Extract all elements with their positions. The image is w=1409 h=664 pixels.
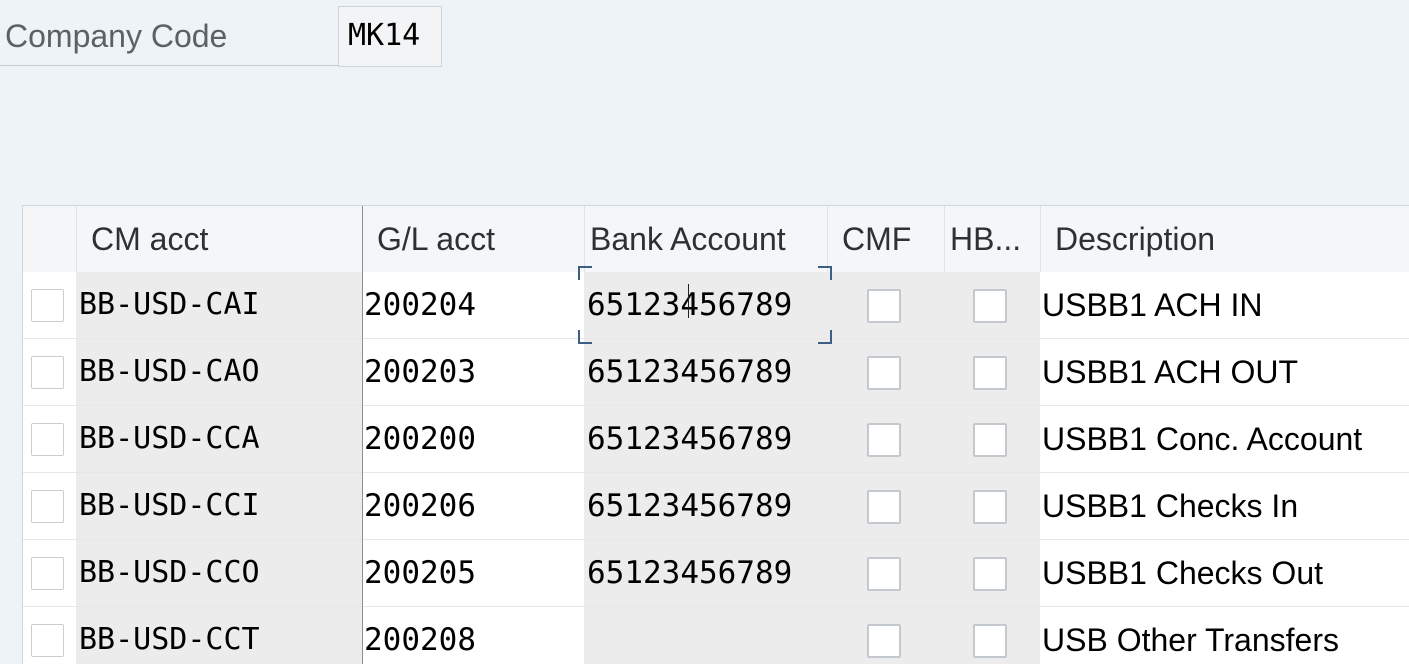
table-row[interactable]: BB-USD-CCA 200200 65123456789 USBB1 Conc… [23, 406, 1409, 473]
gl-acct-cell[interactable]: 200205 [362, 540, 584, 606]
column-header-description[interactable]: Description [1055, 206, 1405, 272]
description-cell[interactable]: USBB1 ACH OUT [1040, 339, 1409, 405]
hb-checkbox[interactable] [973, 624, 1007, 658]
cmf-checkbox[interactable] [867, 624, 901, 658]
bank-account-cell[interactable]: 65123456789 [584, 540, 827, 606]
hb-cell [944, 540, 1040, 606]
hb-checkbox[interactable] [973, 423, 1007, 457]
row-select-box[interactable] [31, 423, 64, 456]
row-selector[interactable] [23, 339, 76, 405]
column-header-bank-account[interactable]: Bank Account [590, 206, 826, 272]
cmf-cell [827, 339, 944, 405]
column-divider [76, 206, 77, 272]
cm-acct-cell: BB-USD-CCT [76, 607, 362, 664]
gl-acct-cell[interactable]: 200208 [362, 607, 584, 664]
hb-cell [944, 607, 1040, 664]
cmf-cell [827, 406, 944, 472]
cmf-cell [827, 473, 944, 539]
gl-acct-cell[interactable]: 200206 [362, 473, 584, 539]
cmf-checkbox[interactable] [867, 289, 901, 323]
select-all-header[interactable] [23, 206, 76, 272]
column-header-gl-acct[interactable]: G/L acct [377, 206, 583, 272]
cm-acct-cell: BB-USD-CCI [76, 473, 362, 539]
column-header-cmf[interactable]: CMF [842, 206, 942, 272]
description-cell[interactable]: USBB1 ACH IN [1040, 272, 1409, 338]
cmf-cell [827, 607, 944, 664]
row-select-box[interactable] [31, 356, 64, 389]
hb-checkbox[interactable] [973, 490, 1007, 524]
hb-cell [944, 473, 1040, 539]
gl-acct-cell[interactable]: 200200 [362, 406, 584, 472]
table-header: CM acct G/L acct Bank Account CMF HB... … [23, 206, 1409, 273]
bank-account-cell[interactable]: 65123456789 [584, 406, 827, 472]
company-code-field[interactable]: MK14 [338, 6, 442, 67]
row-selector[interactable] [23, 540, 76, 606]
cmf-cell [827, 272, 944, 338]
cm-acct-cell: BB-USD-CCO [76, 540, 362, 606]
table-row[interactable]: BB-USD-CCI 200206 65123456789 USBB1 Chec… [23, 473, 1409, 540]
hb-checkbox[interactable] [973, 356, 1007, 390]
row-selector[interactable] [23, 406, 76, 472]
description-cell[interactable]: USBB1 Conc. Account [1040, 406, 1409, 472]
fixed-column-divider [362, 206, 363, 664]
table-row[interactable]: BB-USD-CCT 200208 USB Other Transfers [23, 607, 1409, 664]
cm-acct-cell: BB-USD-CAO [76, 339, 362, 405]
column-divider [1040, 206, 1041, 272]
description-cell[interactable]: USBB1 Checks In [1040, 473, 1409, 539]
bank-account-cell[interactable]: 65123456789 [584, 272, 827, 338]
cm-acct-cell: BB-USD-CAI [76, 272, 362, 338]
cm-acct-cell: BB-USD-CCA [76, 406, 362, 472]
column-header-hb[interactable]: HB... [950, 206, 1039, 272]
hb-cell [944, 339, 1040, 405]
bank-account-cell[interactable] [584, 607, 827, 664]
cmf-cell [827, 540, 944, 606]
cmf-checkbox[interactable] [867, 557, 901, 591]
description-cell[interactable]: USBB1 Checks Out [1040, 540, 1409, 606]
bank-account-cell[interactable]: 65123456789 [584, 339, 827, 405]
gl-acct-cell[interactable]: 200203 [362, 339, 584, 405]
column-divider [584, 206, 585, 272]
column-divider [944, 206, 945, 272]
cmf-checkbox[interactable] [867, 423, 901, 457]
row-select-box[interactable] [31, 624, 64, 657]
description-cell[interactable]: USB Other Transfers [1040, 607, 1409, 664]
hb-checkbox[interactable] [973, 557, 1007, 591]
cmf-checkbox[interactable] [867, 490, 901, 524]
row-selector[interactable] [23, 473, 76, 539]
cm-accounts-table: CM acct G/L acct Bank Account CMF HB... … [22, 205, 1409, 664]
row-selector[interactable] [23, 607, 76, 664]
hb-cell [944, 272, 1040, 338]
hb-checkbox[interactable] [973, 289, 1007, 323]
table-row[interactable]: BB-USD-CCO 200205 65123456789 USBB1 Chec… [23, 540, 1409, 607]
table-row[interactable]: BB-USD-CAI 200204 65123456789 USBB1 ACH … [23, 272, 1409, 339]
row-select-box[interactable] [31, 557, 64, 590]
cmf-checkbox[interactable] [867, 356, 901, 390]
row-selector[interactable] [23, 272, 76, 338]
row-select-box[interactable] [31, 289, 64, 322]
table-row[interactable]: BB-USD-CAO 200203 65123456789 USBB1 ACH … [23, 339, 1409, 406]
column-header-cm-acct[interactable]: CM acct [91, 206, 361, 272]
row-select-box[interactable] [31, 490, 64, 523]
hb-cell [944, 406, 1040, 472]
gl-acct-cell[interactable]: 200204 [362, 272, 584, 338]
bank-account-cell[interactable]: 65123456789 [584, 473, 827, 539]
company-code-label: Company Code [0, 6, 338, 66]
column-divider [827, 206, 828, 272]
